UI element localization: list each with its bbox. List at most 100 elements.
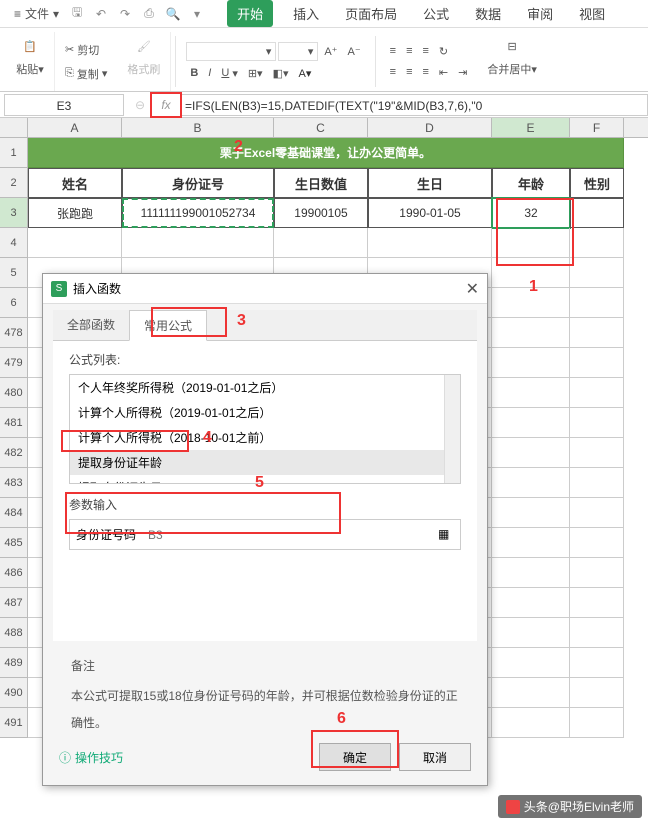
font-color-button[interactable]: A▾ (295, 65, 316, 82)
tab-layout[interactable]: 页面布局 (339, 0, 403, 27)
cell-E490[interactable] (492, 678, 570, 708)
underline-button[interactable]: U▾ (217, 65, 241, 82)
cell-E481[interactable] (492, 408, 570, 438)
row-490[interactable]: 490 (0, 678, 28, 708)
cell-D4[interactable] (368, 228, 492, 258)
cell-E5[interactable] (492, 258, 570, 288)
param-value-input[interactable]: B3 (148, 528, 438, 542)
row-3[interactable]: 3 (0, 198, 28, 228)
row-5[interactable]: 5 (0, 258, 28, 288)
cell-B3[interactable]: 111111199001052734 (122, 198, 274, 228)
row-482[interactable]: 482 (0, 438, 28, 468)
formula-input[interactable]: =IFS(LEN(B3)=15,DATEDIF(TEXT("19"&MID(B3… (180, 94, 648, 116)
font-family[interactable]: ▾ (186, 42, 276, 61)
cell-E480[interactable] (492, 378, 570, 408)
italic-button[interactable]: I (204, 65, 215, 82)
font-size[interactable]: ▾ (278, 42, 318, 61)
cell-E483[interactable] (492, 468, 570, 498)
align-left-icon[interactable]: ≡ (386, 64, 400, 81)
cell-E489[interactable] (492, 648, 570, 678)
border-button[interactable]: ⊞▾ (244, 65, 267, 82)
row-478[interactable]: 478 (0, 318, 28, 348)
func-item-2[interactable]: 计算个人所得税（2018-10-01之前） (70, 425, 460, 450)
scrollbar[interactable] (444, 375, 460, 483)
bold-button[interactable]: B (186, 65, 202, 82)
header-name[interactable]: 姓名 (28, 168, 122, 198)
cut-button[interactable]: ✂ 剪切 (61, 40, 111, 60)
cell-C3[interactable]: 19900105 (274, 198, 368, 228)
qat-save-icon[interactable]: 🖫 (67, 4, 87, 24)
row-6[interactable]: 6 (0, 288, 28, 318)
format-painter-button[interactable]: 🖌 格式刷 (123, 32, 164, 79)
func-item-4[interactable]: 提取身份证生日 (70, 475, 460, 484)
align-center-icon[interactable]: ≡ (402, 64, 416, 81)
cell-F482[interactable] (570, 438, 624, 468)
file-menu[interactable]: ≡文件▾ (8, 3, 65, 24)
col-E[interactable]: E (492, 118, 570, 137)
indent-inc-icon[interactable]: ⇥ (454, 64, 471, 81)
range-picker-icon[interactable]: ▦ (438, 527, 454, 543)
func-item-0[interactable]: 个人年终奖所得税（2019-01-01之后） (70, 375, 460, 400)
banner-cell[interactable]: 栗子Excel零基础课堂，让办公更简单。 (28, 138, 624, 168)
cell-A3[interactable]: 张跑跑 (28, 198, 122, 228)
cell-F483[interactable] (570, 468, 624, 498)
font-dec-icon[interactable]: A⁻ (344, 42, 365, 61)
select-all-corner[interactable] (0, 118, 28, 137)
row-483[interactable]: 483 (0, 468, 28, 498)
row-488[interactable]: 488 (0, 618, 28, 648)
func-item-1[interactable]: 计算个人所得税（2019-01-01之后） (70, 400, 460, 425)
tips-link[interactable]: ⓘ 操作技巧 (59, 749, 123, 766)
formula-list[interactable]: 个人年终奖所得税（2019-01-01之后） 计算个人所得税（2019-01-0… (69, 374, 461, 484)
paste-button[interactable]: 📋 粘贴▾ (12, 32, 48, 79)
col-C[interactable]: C (274, 118, 368, 137)
cell-E485[interactable] (492, 528, 570, 558)
cell-D3[interactable]: 1990-01-05 (368, 198, 492, 228)
row-487[interactable]: 487 (0, 588, 28, 618)
cell-E487[interactable] (492, 588, 570, 618)
header-bd[interactable]: 生日 (368, 168, 492, 198)
tab-data[interactable]: 数据 (469, 0, 507, 27)
tab-home[interactable]: 开始 (227, 0, 273, 27)
row-481[interactable]: 481 (0, 408, 28, 438)
cell-E479[interactable] (492, 348, 570, 378)
align-top-icon[interactable]: ≡ (386, 43, 400, 60)
cell-E486[interactable] (492, 558, 570, 588)
cell-E484[interactable] (492, 498, 570, 528)
row-489[interactable]: 489 (0, 648, 28, 678)
cell-C4[interactable] (274, 228, 368, 258)
qat-undo-icon[interactable]: ↶ (91, 4, 111, 24)
cell-B4[interactable] (122, 228, 274, 258)
row-486[interactable]: 486 (0, 558, 28, 588)
tab-insert[interactable]: 插入 (287, 0, 325, 27)
qat-more-icon[interactable]: ▾ (187, 4, 207, 24)
align-mid-icon[interactable]: ≡ (402, 43, 416, 60)
cell-F484[interactable] (570, 498, 624, 528)
col-A[interactable]: A (28, 118, 122, 137)
indent-dec-icon[interactable]: ⇤ (435, 64, 452, 81)
cell-F481[interactable] (570, 408, 624, 438)
tab-formula[interactable]: 公式 (417, 0, 455, 27)
cell-F5[interactable] (570, 258, 624, 288)
func-item-3[interactable]: 提取身份证年龄 (70, 450, 460, 475)
cell-E491[interactable] (492, 708, 570, 738)
tab-common-formulas[interactable]: 常用公式 (129, 310, 207, 341)
tab-all-functions[interactable]: 全部函数 (53, 310, 129, 340)
tab-review[interactable]: 审阅 (521, 0, 559, 27)
cell-F489[interactable] (570, 648, 624, 678)
row-4[interactable]: 4 (0, 228, 28, 258)
cell-F487[interactable] (570, 588, 624, 618)
cell-F6[interactable] (570, 288, 624, 318)
cell-A4[interactable] (28, 228, 122, 258)
header-id[interactable]: 身份证号 (122, 168, 274, 198)
cell-F3[interactable] (570, 198, 624, 228)
row-480[interactable]: 480 (0, 378, 28, 408)
fx-button[interactable]: fx (152, 94, 180, 116)
row-491[interactable]: 491 (0, 708, 28, 738)
name-box[interactable]: E3 (4, 94, 124, 116)
col-B[interactable]: B (122, 118, 274, 137)
qat-redo-icon[interactable]: ↷ (115, 4, 135, 24)
row-2[interactable]: 2 (0, 168, 28, 198)
cell-F488[interactable] (570, 618, 624, 648)
header-sex[interactable]: 性别 (570, 168, 624, 198)
ok-button[interactable]: 确定 (319, 743, 391, 771)
